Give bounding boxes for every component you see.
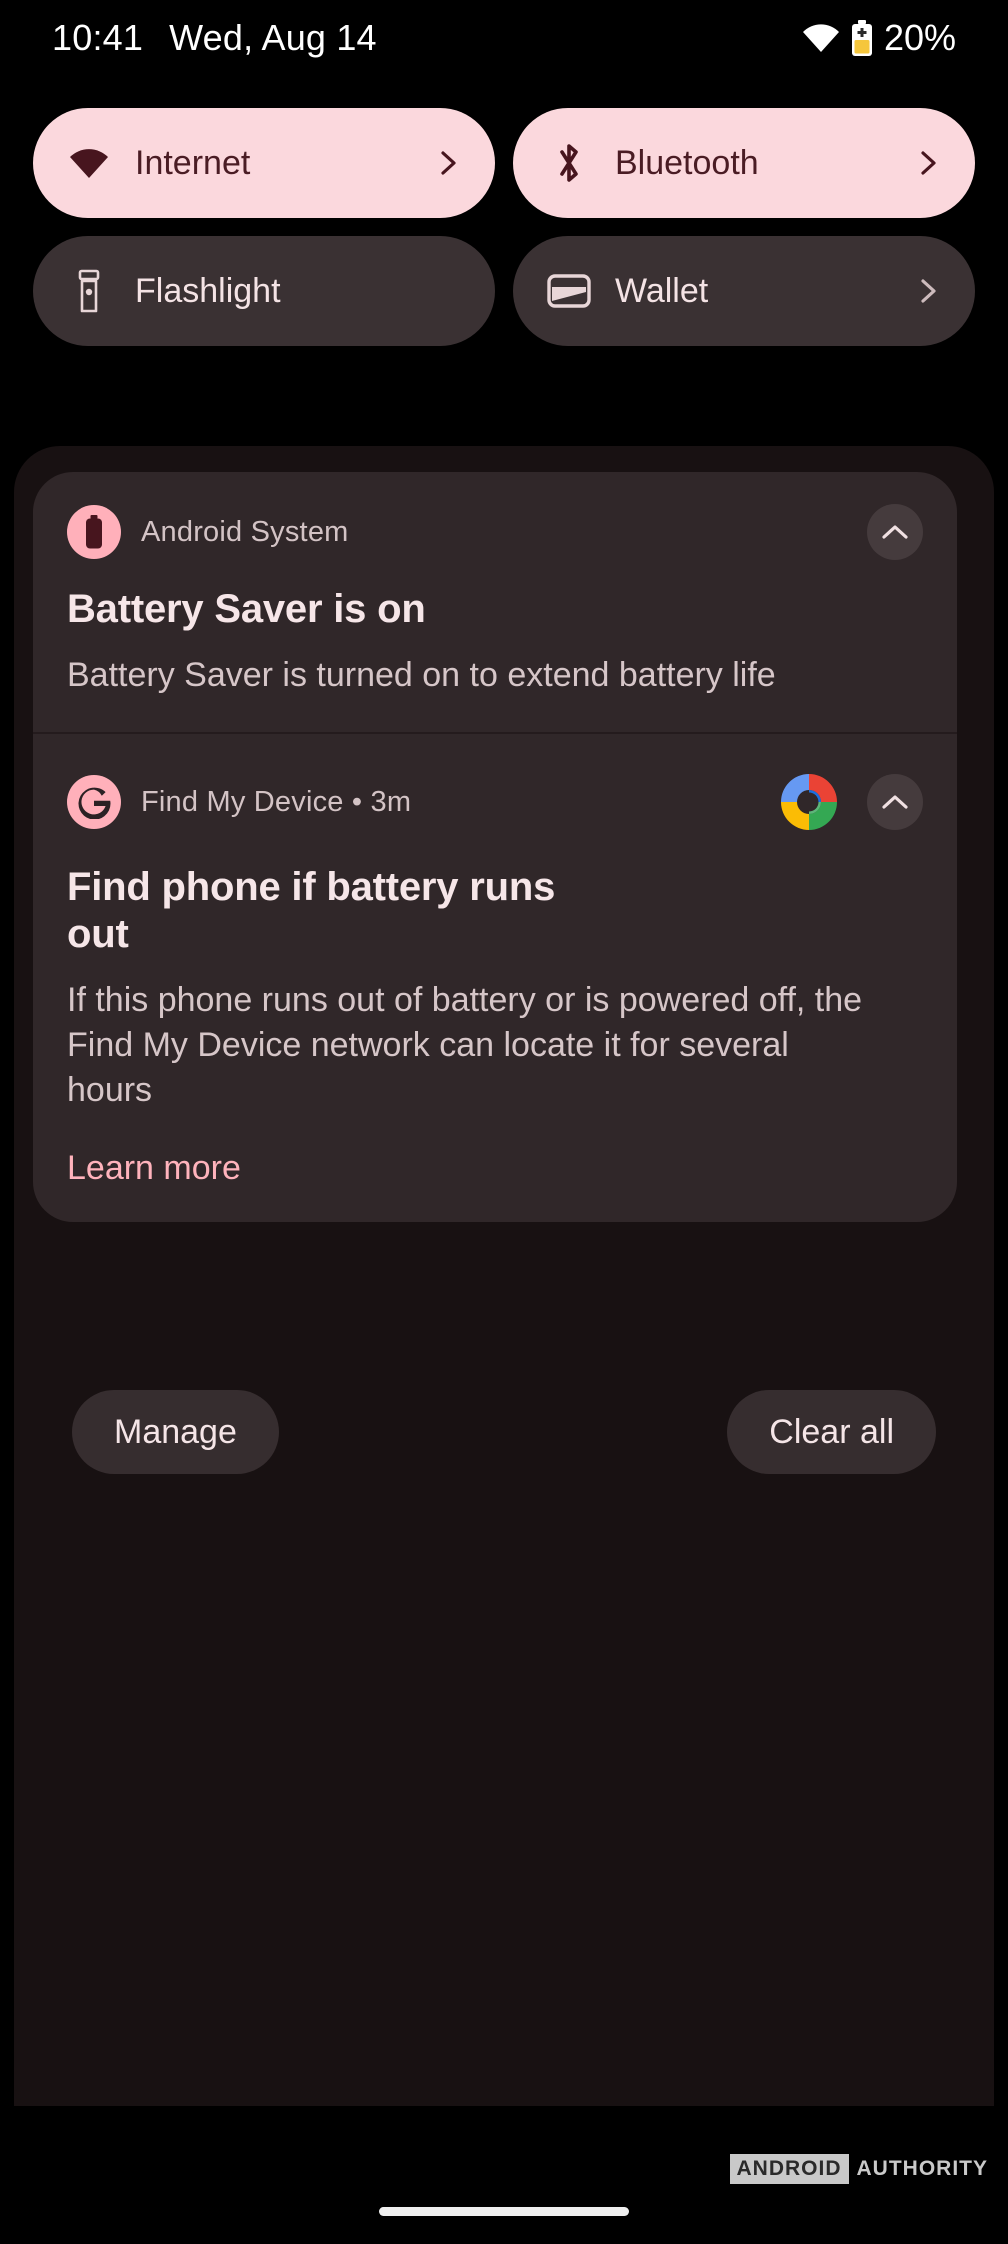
home-indicator[interactable] (379, 2207, 629, 2216)
qs-tile-label: Internet (135, 143, 251, 182)
manage-button[interactable]: Manage (72, 1390, 279, 1474)
notification-header: Find My Device • 3m (67, 766, 923, 838)
qs-tile-flashlight[interactable]: Flashlight (33, 236, 495, 346)
qs-tile-internet[interactable]: Internet (33, 108, 495, 218)
find-my-device-logo (773, 766, 845, 838)
notification-app-name: Android System (141, 515, 349, 548)
wallet-icon (547, 269, 591, 313)
clear-all-button[interactable]: Clear all (727, 1390, 936, 1474)
quick-settings-grid: Internet Bluetooth Flashlight Wallet (33, 108, 975, 346)
chevron-up-icon[interactable] (867, 774, 923, 831)
notification-title: Find phone if battery runs out (67, 865, 556, 957)
status-bar-right: 20% (802, 17, 956, 59)
notification-header-actions (773, 766, 923, 838)
watermark-brand: ANDROID (729, 2154, 849, 2184)
status-bar: 10:41 Wed, Aug 14 20% (0, 0, 1008, 76)
google-g-icon (67, 775, 121, 830)
status-bar-left: 10:41 Wed, Aug 14 (52, 17, 377, 59)
chevron-up-icon[interactable] (867, 504, 923, 560)
battery-percent: 20% (883, 17, 956, 58)
notification-shade-panel: Android System Battery Saver is on Batte… (14, 446, 994, 2106)
notification-find-my-device[interactable]: Find My Device • 3m Find phone if batter… (33, 732, 957, 1223)
shade-footer-actions: Manage Clear all (0, 1390, 1008, 1474)
notification-stack: Android System Battery Saver is on Batte… (33, 472, 957, 1223)
qs-tile-wallet[interactable]: Wallet (513, 236, 975, 346)
battery-saver-icon (850, 20, 874, 56)
watermark: ANDROID AUTHORITY (729, 2154, 989, 2184)
qs-tile-label: Bluetooth (615, 143, 759, 182)
notification-app-name: Find My Device • 3m (141, 785, 412, 818)
qs-tile-label: Flashlight (135, 271, 281, 310)
notification-battery-saver[interactable]: Android System Battery Saver is on Batte… (33, 472, 957, 733)
watermark-suffix: AUTHORITY (856, 2157, 988, 2180)
flashlight-icon (67, 269, 111, 313)
wifi-icon (67, 141, 111, 185)
chevron-right-icon[interactable] (915, 278, 941, 304)
status-time: 10:41 (52, 17, 144, 58)
qs-tile-bluetooth[interactable]: Bluetooth (513, 108, 975, 218)
learn-more-link[interactable]: Learn more (67, 1149, 923, 1188)
wifi-icon (802, 23, 840, 53)
status-date: Wed, Aug 14 (169, 17, 377, 58)
chevron-right-icon[interactable] (435, 150, 461, 176)
android-notification-shade: 10:41 Wed, Aug 14 20% Internet Bluetooth… (0, 0, 1008, 2244)
qs-tile-label: Wallet (615, 271, 709, 310)
notification-title: Battery Saver is on (67, 587, 426, 631)
chevron-right-icon[interactable] (915, 150, 941, 176)
notification-header: Android System (67, 504, 923, 560)
notification-body: Battery Saver is turned on to extend bat… (67, 656, 776, 695)
bluetooth-icon (547, 141, 591, 185)
notification-header-actions (867, 504, 923, 560)
battery-icon (67, 505, 121, 559)
notification-body: If this phone runs out of battery or is … (67, 981, 863, 1110)
